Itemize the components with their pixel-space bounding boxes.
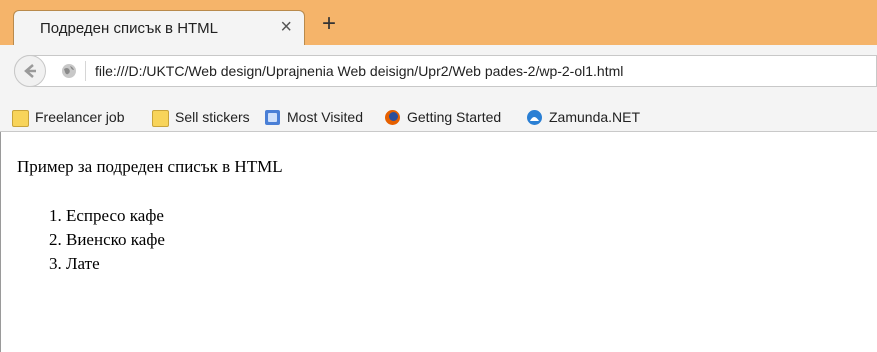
tab-title: Подреден списък в HTML bbox=[40, 20, 219, 37]
back-button[interactable] bbox=[14, 55, 46, 87]
bookmark-label: Getting Started bbox=[407, 109, 502, 125]
close-tab-icon[interactable]: × bbox=[280, 15, 292, 39]
folder-icon bbox=[152, 110, 169, 127]
bookmark-freelancer-job[interactable]: Freelancer job bbox=[12, 107, 125, 127]
bookmark-most-visited[interactable]: Most Visited bbox=[264, 107, 363, 127]
bookmark-sell-stickers[interactable]: Sell stickers bbox=[152, 107, 250, 127]
bookmark-label: Zamunda.NET bbox=[549, 109, 641, 125]
most-visited-icon bbox=[265, 109, 280, 125]
url-separator bbox=[85, 61, 86, 81]
page-heading: Пример за подреден списък в HTML bbox=[17, 157, 283, 176]
list-item: 3. Лате bbox=[49, 254, 100, 273]
list-item: 1. Еспресо кафе bbox=[49, 206, 164, 225]
url-text[interactable]: file:///D:/UKTC/Web design/Uprajnenia We… bbox=[95, 63, 623, 79]
bookmark-label: Sell stickers bbox=[175, 109, 250, 125]
page-content: Пример за подреден списък в HTML 1. Еспр… bbox=[0, 132, 877, 352]
browser-window: Подреден списък в HTML × + file:///D:/UK… bbox=[0, 0, 877, 352]
tab-strip: Подреден списък в HTML × + bbox=[0, 0, 877, 46]
bookmarks-bar: Freelancer job Sell stickers Most Visite… bbox=[0, 101, 877, 132]
list-item: 2. Виенско кафе bbox=[49, 230, 165, 249]
site-icon bbox=[527, 109, 542, 125]
globe-icon bbox=[62, 64, 76, 78]
new-tab-button[interactable]: + bbox=[318, 12, 340, 36]
firefox-icon bbox=[385, 109, 400, 125]
ordered-list: 1. Еспресо кафе 2. Виенско кафе 3. Лате bbox=[49, 204, 165, 276]
folder-icon bbox=[12, 110, 29, 127]
bookmark-label: Freelancer job bbox=[35, 109, 125, 125]
url-bar[interactable]: file:///D:/UKTC/Web design/Uprajnenia We… bbox=[14, 55, 877, 87]
bookmark-getting-started[interactable]: Getting Started bbox=[384, 107, 501, 127]
bookmark-zamunda[interactable]: Zamunda.NET bbox=[526, 107, 640, 127]
nav-bar: file:///D:/UKTC/Web design/Uprajnenia We… bbox=[0, 45, 877, 101]
back-arrow-icon bbox=[24, 64, 36, 78]
bookmark-label: Most Visited bbox=[287, 109, 363, 125]
tab-active[interactable]: Подреден списък в HTML × bbox=[13, 10, 305, 46]
